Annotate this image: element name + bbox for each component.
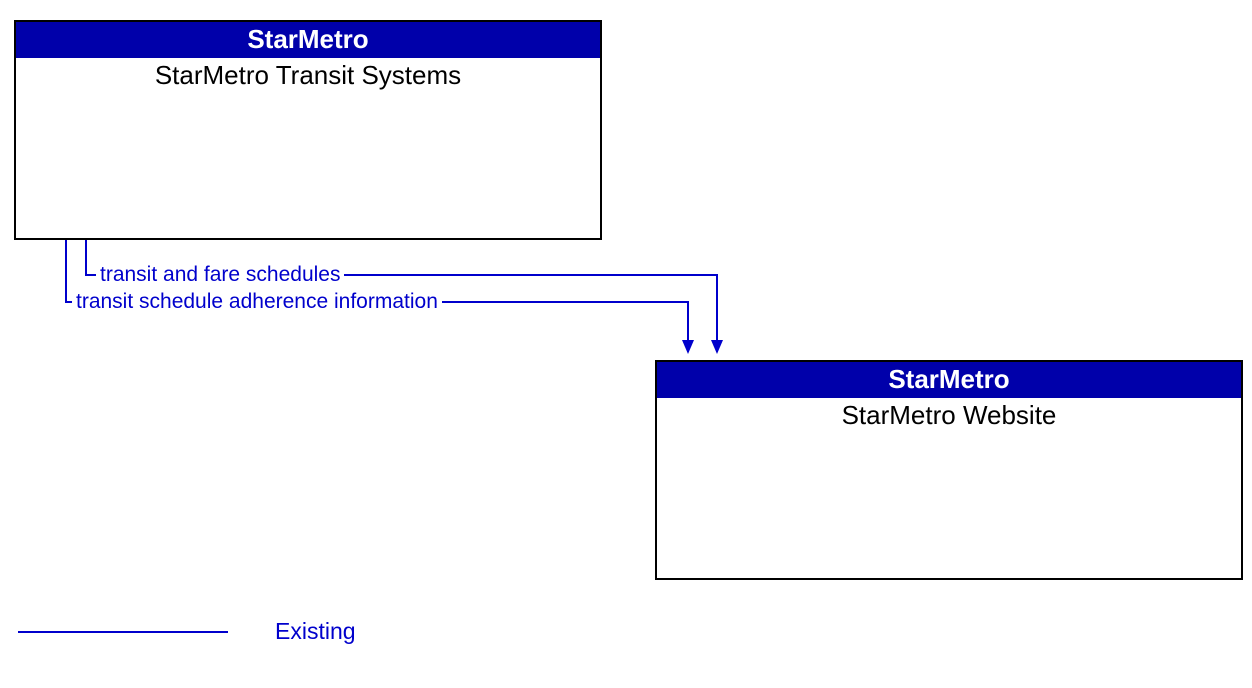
diagram-canvas: StarMetro StarMetro Transit Systems Star… bbox=[0, 0, 1252, 688]
legend-label-existing: Existing bbox=[275, 618, 356, 645]
flow-label-transit-schedule-adherence: transit schedule adherence information bbox=[72, 290, 442, 314]
flow-label-transit-and-fare-schedules: transit and fare schedules bbox=[96, 263, 344, 287]
node-starmetro-website: StarMetro StarMetro Website bbox=[655, 360, 1243, 580]
node-title: StarMetro Website bbox=[657, 398, 1241, 431]
legend-line-existing bbox=[18, 631, 228, 633]
node-title: StarMetro Transit Systems bbox=[16, 58, 600, 91]
node-starmetro-transit-systems: StarMetro StarMetro Transit Systems bbox=[14, 20, 602, 240]
node-header: StarMetro bbox=[657, 362, 1241, 398]
node-header: StarMetro bbox=[16, 22, 600, 58]
